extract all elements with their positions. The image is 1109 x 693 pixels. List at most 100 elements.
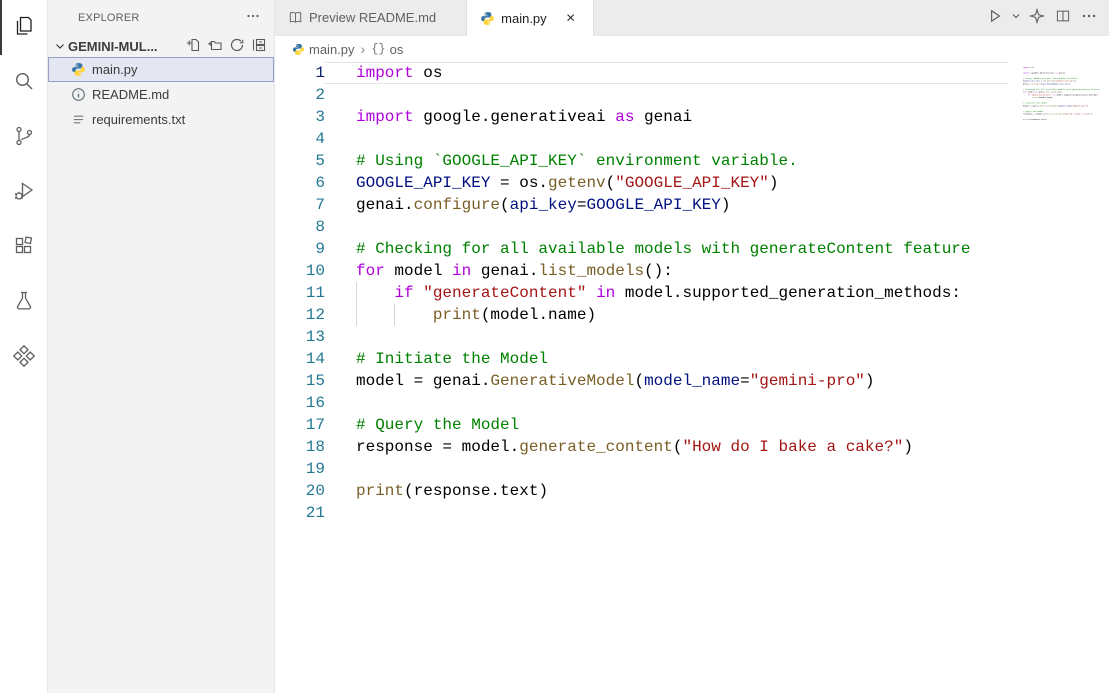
code-editor[interactable]: 1import os23import google.generativeai a… [275, 62, 1109, 693]
activity-bar [0, 0, 48, 693]
line-number: 5 [275, 150, 325, 172]
split-editor-button[interactable] [1051, 6, 1075, 30]
code-line[interactable]: GOOGLE_API_KEY = os.getenv("GOOGLE_API_K… [325, 172, 1109, 194]
run-button[interactable] [983, 6, 1007, 30]
collapse-all-button[interactable] [248, 35, 270, 57]
tab-label: Preview README.md [309, 10, 436, 25]
chevron-down-icon [1010, 10, 1022, 25]
line-number: 11 [275, 282, 325, 304]
line-number: 18 [275, 436, 325, 458]
code-line[interactable]: if "generateContent" in model.supported_… [325, 282, 1109, 304]
code-line-row: 10for model in genai.list_models(): [275, 260, 1109, 282]
folder-header[interactable]: GEMINI-MUL... [48, 35, 274, 57]
code-line[interactable]: model = genai.GenerativeModel(model_name… [325, 370, 1109, 392]
line-number: 12 [275, 304, 325, 326]
close-icon[interactable]: ✕ [561, 8, 581, 28]
line-number: 3 [275, 106, 325, 128]
run-icon [986, 7, 1004, 28]
file-row-requirements-txt[interactable]: requirements.txt [48, 107, 274, 132]
activity-source-control[interactable] [0, 110, 47, 165]
collapse-all-icon [251, 37, 267, 56]
line-number: 8 [275, 216, 325, 238]
namespace-symbol-icon: {} [371, 42, 385, 56]
line-number: 2 [275, 84, 325, 106]
python-icon [70, 62, 86, 78]
new-file-button[interactable] [182, 35, 204, 57]
code-line[interactable]: response = model.generate_content("How d… [325, 436, 1109, 458]
code-line-row: 15model = genai.GenerativeModel(model_na… [275, 370, 1109, 392]
file-row-main-py[interactable]: main.py [48, 57, 274, 82]
code-line[interactable]: genai.configure(api_key=GOOGLE_API_KEY) [325, 194, 1109, 216]
code-line-row: 18response = model.generate_content("How… [275, 436, 1109, 458]
tab-main-py[interactable]: main.py ✕ [467, 0, 594, 36]
sparkle-button[interactable] [1025, 6, 1049, 30]
code-line[interactable] [325, 128, 1109, 150]
code-line[interactable]: # Initiate the Model [325, 348, 1109, 370]
minimap[interactable]: import osimport google.generativeai as g… [1023, 66, 1103, 136]
new-folder-icon [207, 37, 223, 56]
code-line[interactable] [325, 326, 1109, 348]
code-line-row: 5# Using `GOOGLE_API_KEY` environment va… [275, 150, 1109, 172]
code-line[interactable]: import google.generativeai as genai [325, 106, 1109, 128]
python-icon [479, 10, 495, 26]
activity-run-debug[interactable] [0, 165, 47, 220]
line-number: 20 [275, 480, 325, 502]
line-number: 10 [275, 260, 325, 282]
code-line[interactable]: for model in genai.list_models(): [325, 260, 1109, 282]
activity-testing[interactable] [0, 275, 47, 330]
file-row-readme-md[interactable]: README.md [48, 82, 274, 107]
code-line[interactable]: # Checking for all available models with… [325, 238, 1109, 260]
code-line[interactable] [325, 502, 1109, 524]
line-number: 13 [275, 326, 325, 348]
explorer-more-button[interactable] [242, 7, 264, 29]
code-line[interactable] [325, 458, 1109, 480]
tab-preview-readme[interactable]: Preview README.md [275, 0, 467, 35]
code-line[interactable]: print(model.name) [325, 304, 1109, 326]
code-line[interactable]: # Query the Model [325, 414, 1109, 436]
code-line[interactable] [325, 392, 1109, 414]
code-line-row: 2 [275, 84, 1109, 106]
new-folder-button[interactable] [204, 35, 226, 57]
beaker-icon [12, 289, 36, 316]
activity-search[interactable] [0, 55, 47, 110]
code-line[interactable]: # Using `GOOGLE_API_KEY` environment var… [325, 150, 1109, 172]
code-line-row: 19 [275, 458, 1109, 480]
breadcrumb-file[interactable]: main.py [309, 42, 355, 57]
activity-extension-blocks[interactable] [0, 330, 47, 385]
code-line-row: 4 [275, 128, 1109, 150]
activity-explorer[interactable] [0, 0, 47, 55]
markdown-preview-icon [287, 10, 303, 26]
extensions-icon [12, 234, 36, 261]
line-number: 14 [275, 348, 325, 370]
tab-label: main.py [501, 11, 547, 26]
line-number: 17 [275, 414, 325, 436]
code-line-row: 17# Query the Model [275, 414, 1109, 436]
line-number: 21 [275, 502, 325, 524]
code-line-row: 6GOOGLE_API_KEY = os.getenv("GOOGLE_API_… [275, 172, 1109, 194]
breadcrumb-symbol[interactable]: os [390, 42, 404, 57]
activity-extensions[interactable] [0, 220, 47, 275]
info-icon [70, 87, 86, 103]
editor-actions [983, 0, 1109, 35]
more-actions-button[interactable] [1077, 6, 1101, 30]
code-line[interactable]: import os [325, 62, 1009, 84]
code-line[interactable] [325, 84, 1109, 106]
code-line[interactable]: print(response.text) [325, 480, 1109, 502]
refresh-button[interactable] [226, 35, 248, 57]
code-line-row: 16 [275, 392, 1109, 414]
ellipsis-icon [245, 8, 261, 27]
line-number: 19 [275, 458, 325, 480]
code-line-row: 13 [275, 326, 1109, 348]
python-icon [291, 42, 305, 56]
line-number: 9 [275, 238, 325, 260]
code-line-row: 11 if "generateContent" in model.support… [275, 282, 1109, 304]
code-line-row: 21 [275, 502, 1109, 524]
explorer-sidebar: EXPLORER GEMINI-MUL... main.pyREADME.mdr… [48, 0, 275, 693]
run-dropdown-button[interactable] [1009, 6, 1023, 30]
indent-guide [356, 282, 357, 304]
breadcrumb-separator: › [361, 41, 366, 57]
ellipsis-icon [1080, 7, 1098, 28]
code-line[interactable] [325, 216, 1109, 238]
line-number: 1 [275, 62, 325, 84]
file-label: requirements.txt [92, 112, 185, 127]
